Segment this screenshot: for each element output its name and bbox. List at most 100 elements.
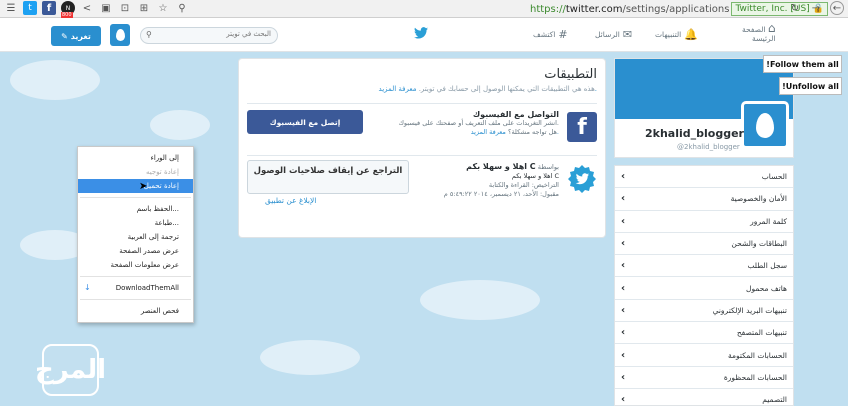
back-icon[interactable]: ← <box>830 1 844 15</box>
nav-messages[interactable]: الرسائل ✉ <box>595 28 632 41</box>
settings-item-browser-notifications[interactable]: ‹ تنبيهات المتصفح <box>615 322 793 345</box>
chevron-left-icon: ‹ <box>621 327 626 339</box>
download-arrow-icon: ↓ <box>84 283 91 292</box>
extension-icon[interactable]: N 800 <box>61 1 75 18</box>
app-name: التواصل مع الفيسبوك <box>472 110 559 119</box>
settings-item-cards[interactable]: ‹ البطاقات والشحن <box>615 233 793 256</box>
download-icon[interactable]: ⊡ <box>118 1 132 15</box>
menu-item-inspect[interactable]: فحص العنصر <box>78 304 193 318</box>
nav-notifications-label: التنبيهات <box>655 30 682 39</box>
app-approved-date: مقبول: الأحد، ٢١ ديسمبر، ٢٠١٤ ٥:٤٩:٢٢ م <box>443 190 559 198</box>
applications-panel: التطبيقات هذه هي التطبيقات التي يمكنها ا… <box>238 58 606 238</box>
upload-icon[interactable]: ⊞ <box>137 1 151 15</box>
bookmark-star-icon[interactable]: ☆ <box>156 1 170 15</box>
chevron-left-icon: ‹ <box>621 238 626 250</box>
screenshot-icon[interactable]: ▣ <box>99 1 113 15</box>
nav-notifications[interactable]: التنبيهات 🔔 <box>655 28 698 41</box>
cloud-decoration <box>10 60 100 100</box>
menu-separator <box>80 276 191 277</box>
twitter-logo-icon[interactable] <box>414 27 428 42</box>
nav-messages-label: الرسائل <box>595 30 620 39</box>
menu-item-back[interactable]: إلى الوراء <box>78 151 193 165</box>
settings-item-account[interactable]: ‹ الحساب <box>615 166 793 189</box>
share-icon[interactable]: < <box>80 1 94 15</box>
verified-app-icon <box>567 164 597 194</box>
cloud-decoration <box>260 340 360 375</box>
menu-item-save-as[interactable]: الحفظ باسم... <box>78 202 193 216</box>
settings-item-design[interactable]: ‹ التصميم <box>615 389 793 406</box>
menu-separator <box>80 299 191 300</box>
settings-item-orders[interactable]: ‹ سجل الطلب <box>615 255 793 278</box>
search-input[interactable] <box>161 30 271 38</box>
app-help: هل تواجه مشكلة؟ معرفة المزيد. <box>470 128 559 136</box>
report-app-link[interactable]: الإبلاغ عن تطبيق <box>265 196 316 205</box>
compose-icon: ✎ <box>61 31 68 41</box>
unfollow-all-button[interactable]: !Unfollow all <box>779 77 842 95</box>
facebook-icon: f <box>567 112 597 142</box>
search-box[interactable]: ⚲ <box>140 27 278 44</box>
settings-item-blocked[interactable]: ‹ الحسابات المحظورة <box>615 367 793 389</box>
twitter-bookmark-icon[interactable]: t <box>23 1 37 15</box>
menu-item-page-info[interactable]: عرض معلومات الصفحة <box>78 258 193 272</box>
profile-handle: @2khalid_blogger <box>677 143 740 151</box>
context-menu: إلى الوراء إعادة توجيه إعادة تحميل الحفظ… <box>77 146 194 323</box>
chevron-left-icon: ‹ <box>621 371 626 383</box>
app-title-line: اهلا و سهلا بكم C بواسطة <box>466 162 559 171</box>
forward-icon[interactable]: → <box>809 1 823 15</box>
cloud-decoration <box>150 110 210 140</box>
profile-avatar[interactable] <box>741 101 789 149</box>
address-bar[interactable]: https://twitter.com/settings/application… <box>530 2 828 16</box>
menu-item-translate[interactable]: ترجمة إلى العربية <box>78 230 193 244</box>
avatar[interactable] <box>110 24 130 46</box>
search-icon[interactable]: ⚲ <box>146 30 152 39</box>
app-subtitle: اهلا و سهلا بكم C <box>511 172 559 180</box>
settings-item-password[interactable]: ‹ كلمة المرور <box>615 211 793 233</box>
nav-home-label-1: الصفحة <box>742 25 766 34</box>
app-info: التواصل مع الفيسبوك انشر التغريدات على م… <box>389 110 559 137</box>
settings-item-mobile[interactable]: ‹ هاتف محمول <box>615 277 793 300</box>
app-row-c: اهلا و سهلا بكم C بواسطة اهلا و سهلا بكم… <box>247 155 597 207</box>
envelope-icon: ✉ <box>622 28 633 41</box>
pin-icon[interactable]: ⚲ <box>175 1 189 15</box>
cloud-decoration <box>420 280 540 320</box>
chevron-left-icon: ‹ <box>621 349 626 361</box>
settings-nav: ‹ الحساب ‹ الأمان والخصوصية ‹ كلمة المرور ‹… <box>614 165 794 406</box>
menu-separator <box>80 197 191 198</box>
menu-item-view-source[interactable]: عرض مصدر الصفحة <box>78 244 193 258</box>
profile-name[interactable]: 2khalid_blogger <box>645 127 744 140</box>
app-permissions: التراخيص: القراءة والكتابة <box>488 181 559 189</box>
chevron-left-icon: ‹ <box>621 304 626 316</box>
chevron-left-icon: ‹ <box>621 282 626 294</box>
nav-home[interactable]: الصفحة ⌂ الرئيسة <box>742 21 776 43</box>
settings-item-security[interactable]: ‹ الأمان والخصوصية <box>615 188 793 211</box>
follow-all-button[interactable]: !Follow them all <box>763 55 842 73</box>
nav-discover[interactable]: اكتشف # <box>533 28 568 41</box>
menu-item-downloadthemall[interactable]: ↓ DownloadThemAll <box>78 281 193 295</box>
browser-toolbar: ☰ t f N 800 < ▣ ⊡ ⊞ ☆ ⚲ https://twitter.c… <box>0 0 848 18</box>
mouse-cursor-icon: ➤ <box>139 181 148 192</box>
menu-item-forward: إعادة توجيه <box>145 168 179 176</box>
watermark-logo: المرج <box>35 344 106 396</box>
apps-description: هذه هي التطبيقات التي يمكنها الوصول إلى … <box>378 85 597 93</box>
menu-item-print[interactable]: طباعة... <box>78 216 193 230</box>
settings-item-email-notifications[interactable]: ‹ تنبيهات البريد الإلكتروني <box>615 300 793 323</box>
chevron-left-icon: ‹ <box>621 215 626 227</box>
page-title: التطبيقات <box>544 67 597 82</box>
reload-icon[interactable]: ↻ <box>788 1 802 15</box>
hashtag-icon: # <box>558 28 568 41</box>
bell-icon: 🔔 <box>684 28 698 41</box>
settings-item-muted[interactable]: ‹ الحسابات المكتومة <box>615 344 793 367</box>
revoke-access-button[interactable]: التراجع عن إيقاف صلاحيات الوصول <box>247 160 409 194</box>
chevron-left-icon: ‹ <box>621 394 626 406</box>
url-text: https://twitter.com/settings/application… <box>530 3 730 15</box>
profile-card[interactable]: 2khalid_blogger @2khalid_blogger <box>614 58 794 158</box>
nav-discover-label: اكتشف <box>533 30 556 39</box>
menu-icon[interactable]: ☰ <box>4 1 18 15</box>
tweet-button[interactable]: ✎ تغريد <box>51 26 101 46</box>
tweet-button-label: تغريد <box>70 31 91 41</box>
menu-item-reload[interactable]: إعادة تحميل <box>78 179 193 193</box>
nav-home-label-2: الرئيسة <box>751 34 776 43</box>
home-icon: ⌂ <box>767 21 776 35</box>
connect-facebook-button[interactable]: إتصل مع الفيسبوك <box>247 110 363 134</box>
facebook-bookmark-icon[interactable]: f <box>42 1 56 15</box>
